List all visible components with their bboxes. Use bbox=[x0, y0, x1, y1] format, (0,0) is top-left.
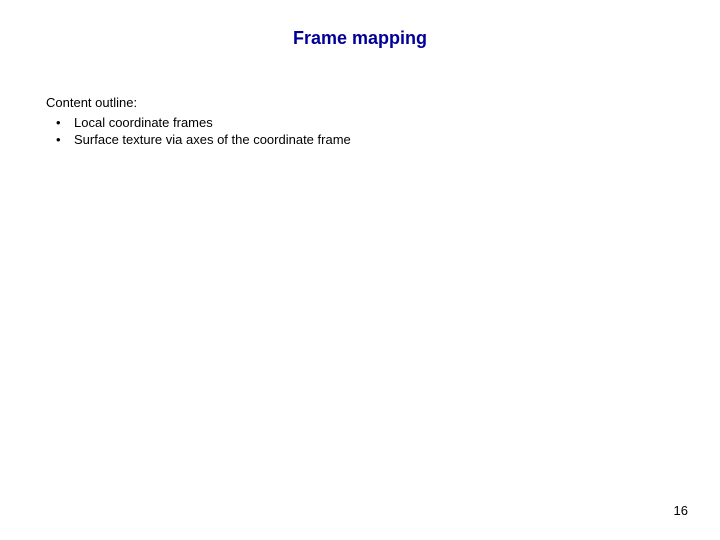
bullet-list: Local coordinate frames Surface texture … bbox=[46, 114, 351, 149]
content-outline: Content outline: Local coordinate frames… bbox=[46, 94, 351, 149]
list-item: Local coordinate frames bbox=[46, 114, 351, 132]
list-item: Surface texture via axes of the coordina… bbox=[46, 131, 351, 149]
page-number: 16 bbox=[674, 503, 688, 518]
outline-heading: Content outline: bbox=[46, 94, 351, 112]
slide-title: Frame mapping bbox=[0, 28, 720, 49]
